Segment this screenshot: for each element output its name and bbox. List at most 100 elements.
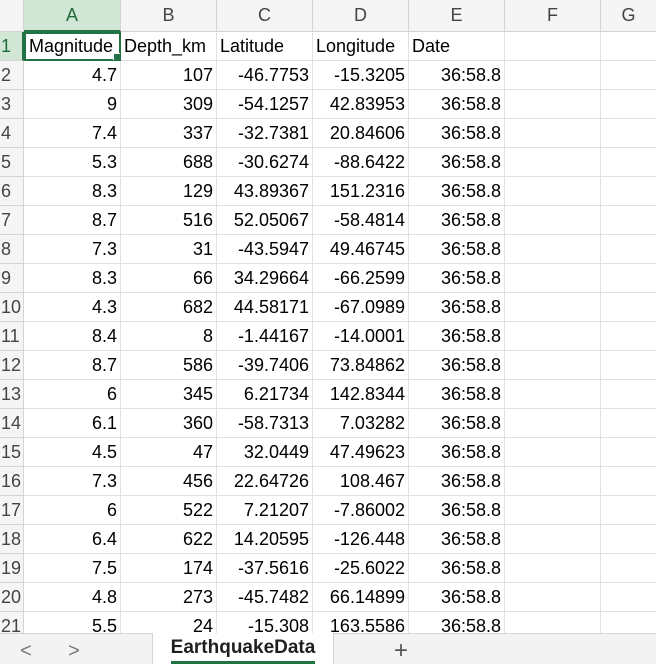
column-header-d[interactable]: D <box>313 0 409 32</box>
data-cell[interactable]: 31 <box>121 235 217 264</box>
data-cell[interactable]: 174 <box>121 554 217 583</box>
data-cell[interactable]: -67.0989 <box>313 293 409 322</box>
data-cell[interactable]: 66.14899 <box>313 583 409 612</box>
data-cell[interactable] <box>505 438 601 467</box>
select-all-corner[interactable] <box>0 0 24 32</box>
data-cell[interactable]: 36:58.8 <box>409 61 505 90</box>
header-cell[interactable]: Latitude <box>217 32 313 61</box>
row-header[interactable]: 16 <box>0 467 24 496</box>
data-cell[interactable] <box>505 583 601 612</box>
data-cell[interactable]: 4.8 <box>24 583 121 612</box>
data-cell[interactable] <box>601 177 656 206</box>
data-cell[interactable] <box>601 293 656 322</box>
data-cell[interactable] <box>505 206 601 235</box>
data-cell[interactable]: 5.3 <box>24 148 121 177</box>
data-cell[interactable]: -43.5947 <box>217 235 313 264</box>
data-cell[interactable] <box>505 612 601 633</box>
data-cell[interactable]: 682 <box>121 293 217 322</box>
data-cell[interactable] <box>601 119 656 148</box>
data-cell[interactable] <box>601 380 656 409</box>
row-header[interactable]: 12 <box>0 351 24 380</box>
header-cell[interactable] <box>505 32 601 61</box>
data-cell[interactable]: 20.84606 <box>313 119 409 148</box>
header-cell[interactable]: Depth_km <box>121 32 217 61</box>
data-cell[interactable]: 4.5 <box>24 438 121 467</box>
data-cell[interactable]: 8.7 <box>24 351 121 380</box>
row-header[interactable]: 17 <box>0 496 24 525</box>
data-cell[interactable]: -58.7313 <box>217 409 313 438</box>
data-cell[interactable] <box>601 554 656 583</box>
prev-sheet-button[interactable]: < <box>14 640 38 663</box>
data-cell[interactable]: 47 <box>121 438 217 467</box>
data-cell[interactable]: 36:58.8 <box>409 119 505 148</box>
data-cell[interactable] <box>505 264 601 293</box>
data-cell[interactable] <box>505 467 601 496</box>
data-cell[interactable]: 36:58.8 <box>409 264 505 293</box>
row-header[interactable]: 19 <box>0 554 24 583</box>
data-cell[interactable] <box>505 409 601 438</box>
row-header[interactable]: 4 <box>0 119 24 148</box>
data-cell[interactable] <box>505 90 601 119</box>
data-cell[interactable]: -14.0001 <box>313 322 409 351</box>
data-cell[interactable]: 6.21734 <box>217 380 313 409</box>
data-cell[interactable]: 8.4 <box>24 322 121 351</box>
data-cell[interactable]: 360 <box>121 409 217 438</box>
data-cell[interactable] <box>505 61 601 90</box>
data-cell[interactable]: -37.5616 <box>217 554 313 583</box>
data-cell[interactable] <box>601 438 656 467</box>
data-cell[interactable] <box>505 554 601 583</box>
data-cell[interactable]: 36:58.8 <box>409 235 505 264</box>
data-cell[interactable]: 47.49623 <box>313 438 409 467</box>
row-header[interactable]: 21 <box>0 612 24 633</box>
data-cell[interactable]: -32.7381 <box>217 119 313 148</box>
data-cell[interactable] <box>505 293 601 322</box>
data-cell[interactable] <box>601 235 656 264</box>
add-sheet-button[interactable]: + <box>394 637 408 665</box>
data-cell[interactable]: 36:58.8 <box>409 554 505 583</box>
row-header[interactable]: 2 <box>0 61 24 90</box>
data-cell[interactable]: 36:58.8 <box>409 409 505 438</box>
data-cell[interactable]: 7.5 <box>24 554 121 583</box>
data-cell[interactable]: 6.4 <box>24 525 121 554</box>
data-cell[interactable]: 36:58.8 <box>409 438 505 467</box>
data-cell[interactable]: 7.3 <box>24 467 121 496</box>
data-cell[interactable]: 36:58.8 <box>409 322 505 351</box>
data-cell[interactable] <box>601 467 656 496</box>
data-cell[interactable]: -88.6422 <box>313 148 409 177</box>
data-cell[interactable]: 273 <box>121 583 217 612</box>
data-cell[interactable]: 8.3 <box>24 264 121 293</box>
data-cell[interactable]: -46.7753 <box>217 61 313 90</box>
data-cell[interactable]: 42.83953 <box>313 90 409 119</box>
data-cell[interactable]: -1.44167 <box>217 322 313 351</box>
data-cell[interactable]: 66 <box>121 264 217 293</box>
data-cell[interactable]: 36:58.8 <box>409 177 505 206</box>
data-cell[interactable]: 49.46745 <box>313 235 409 264</box>
data-cell[interactable]: 34.29664 <box>217 264 313 293</box>
data-cell[interactable]: 107 <box>121 61 217 90</box>
data-cell[interactable]: 9 <box>24 90 121 119</box>
data-cell[interactable]: 36:58.8 <box>409 206 505 235</box>
data-cell[interactable]: -25.6022 <box>313 554 409 583</box>
data-cell[interactable]: 7.03282 <box>313 409 409 438</box>
data-cell[interactable]: 7.3 <box>24 235 121 264</box>
data-cell[interactable] <box>601 61 656 90</box>
data-cell[interactable] <box>601 409 656 438</box>
row-header[interactable]: 7 <box>0 206 24 235</box>
data-cell[interactable]: 337 <box>121 119 217 148</box>
data-cell[interactable]: 7.21207 <box>217 496 313 525</box>
data-cell[interactable]: 688 <box>121 148 217 177</box>
column-header-c[interactable]: C <box>217 0 313 32</box>
data-cell[interactable]: 36:58.8 <box>409 293 505 322</box>
data-cell[interactable]: 8.7 <box>24 206 121 235</box>
data-cell[interactable]: 52.05067 <box>217 206 313 235</box>
data-cell[interactable]: 36:58.8 <box>409 612 505 633</box>
data-cell[interactable]: -45.7482 <box>217 583 313 612</box>
active-cell[interactable]: Magnitude <box>24 32 121 61</box>
data-cell[interactable]: 8.3 <box>24 177 121 206</box>
column-header-a[interactable]: A <box>24 0 121 32</box>
data-cell[interactable] <box>601 90 656 119</box>
data-cell[interactable]: 8 <box>121 322 217 351</box>
row-header[interactable]: 15 <box>0 438 24 467</box>
data-cell[interactable]: 36:58.8 <box>409 467 505 496</box>
data-cell[interactable] <box>601 148 656 177</box>
